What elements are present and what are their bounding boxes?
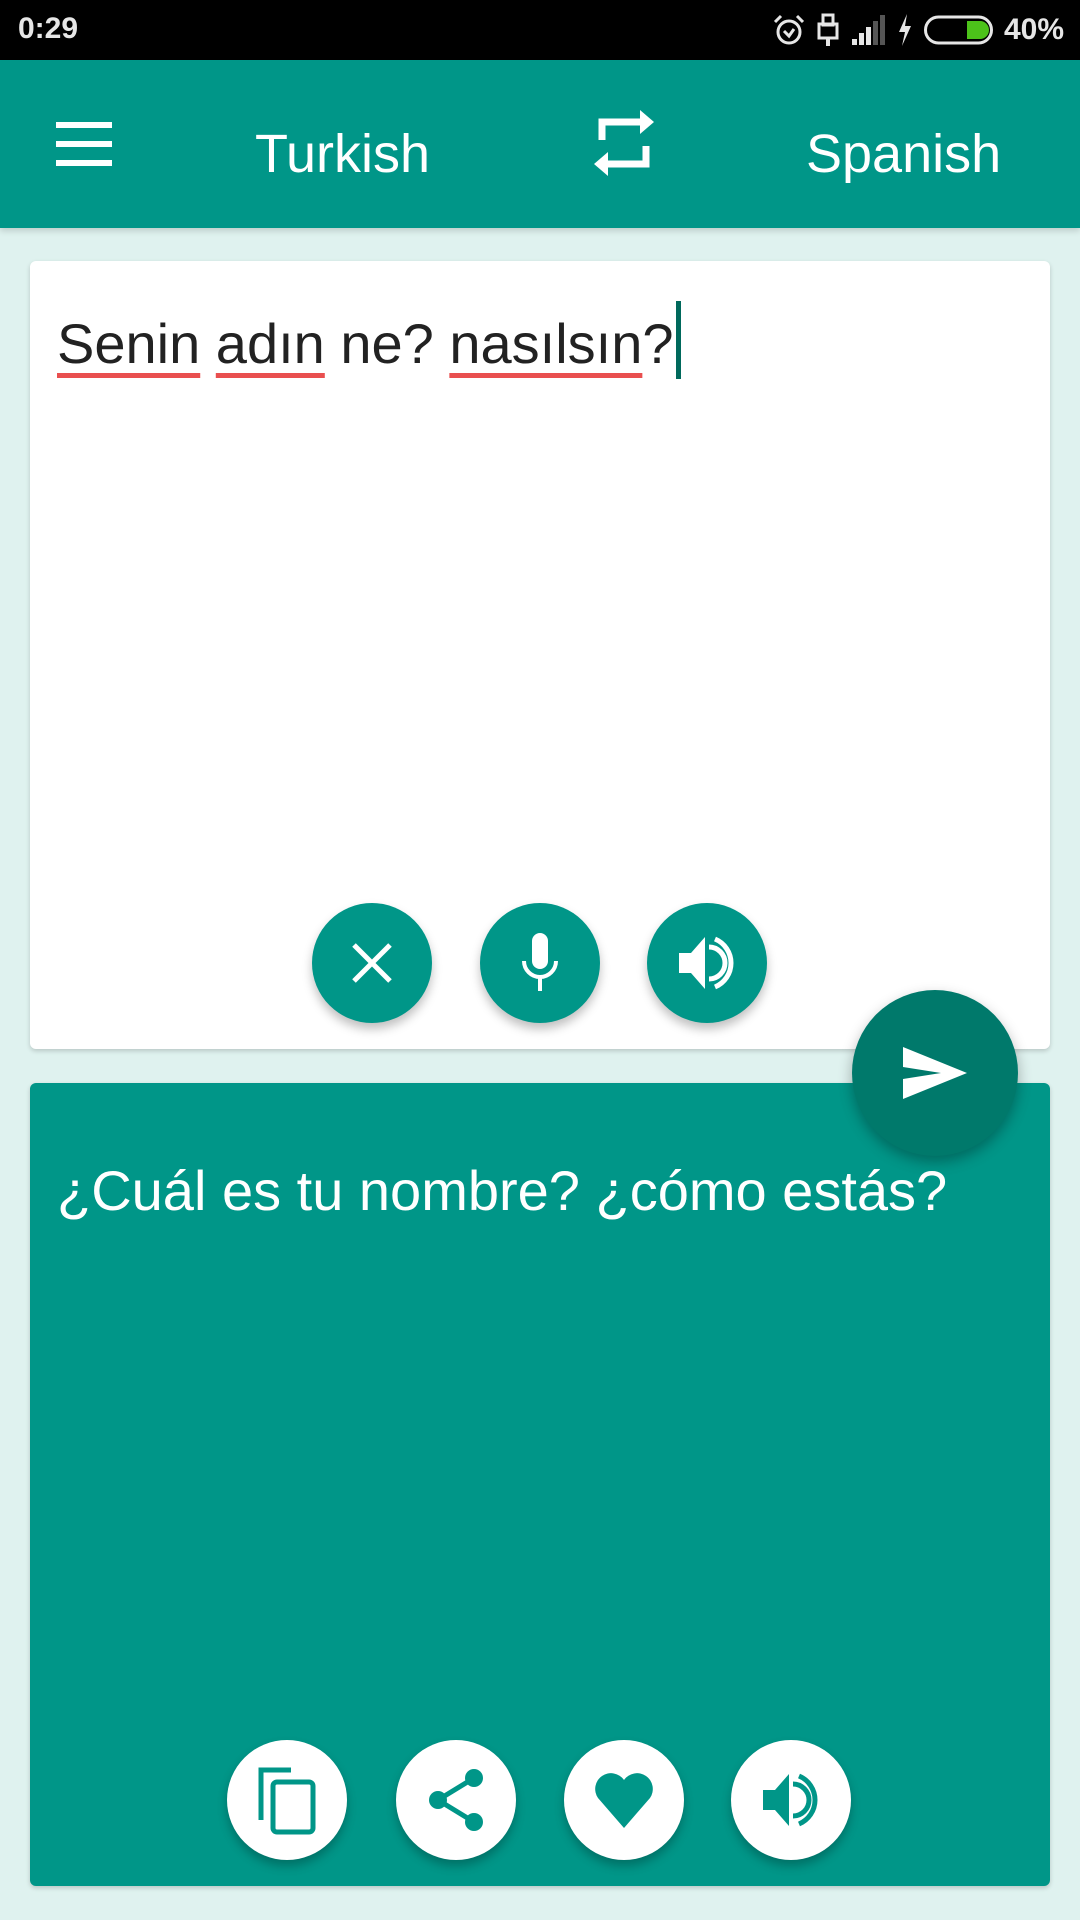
status-time: 0:29 [18,12,79,45]
input-word: adın [215,312,325,375]
battery-percent: 40% [1003,13,1064,46]
signal-icon [851,15,885,45]
status-icons: 40% [772,12,1064,48]
speak-source-button[interactable] [647,903,767,1023]
copy-icon [258,1767,316,1835]
heart-icon [595,1773,653,1828]
input-word: nasılsın [449,312,643,375]
microphone-icon [522,933,558,991]
share-icon [429,1769,483,1831]
input-word: Senin [57,312,201,375]
copy-button[interactable] [227,1740,347,1860]
source-language-selector[interactable]: Turkish [255,112,430,196]
usb-icon [817,13,839,46]
share-button[interactable] [396,1740,516,1860]
clear-button[interactable] [312,903,432,1023]
swap-languages-icon [594,110,654,176]
charging-icon [898,14,911,46]
microphone-button[interactable] [480,903,600,1023]
app-bar: Turkish Spanish [0,60,1080,228]
speaker-icon [679,936,734,990]
speak-translation-button[interactable] [731,1740,851,1860]
input-word [200,312,216,375]
text-cursor [675,301,681,379]
source-text-input[interactable]: Senin adın ne? nasılsın? [57,301,681,384]
output-card: ¿Cuál es tu nombre? ¿cómo estás? [30,1083,1050,1886]
status-bar: 0:29 40% [0,0,1080,60]
translated-text: ¿Cuál es tu nombre? ¿cómo estás? [57,1159,948,1222]
target-language-selector[interactable]: Spanish [806,112,1001,196]
alarm-icon [773,14,805,45]
favorite-button[interactable] [564,1740,684,1860]
input-word: ne? [324,312,450,375]
send-icon [903,1047,967,1099]
input-card: Senin adın ne? nasılsın? [30,261,1050,1049]
battery-icon [923,15,993,45]
input-word: ? [642,312,674,375]
translate-button[interactable] [852,990,1018,1156]
swap-languages-button[interactable] [584,100,664,186]
close-icon [352,943,392,983]
menu-button[interactable] [40,110,128,198]
speaker-icon [763,1773,818,1827]
hamburger-menu-icon [56,122,112,166]
